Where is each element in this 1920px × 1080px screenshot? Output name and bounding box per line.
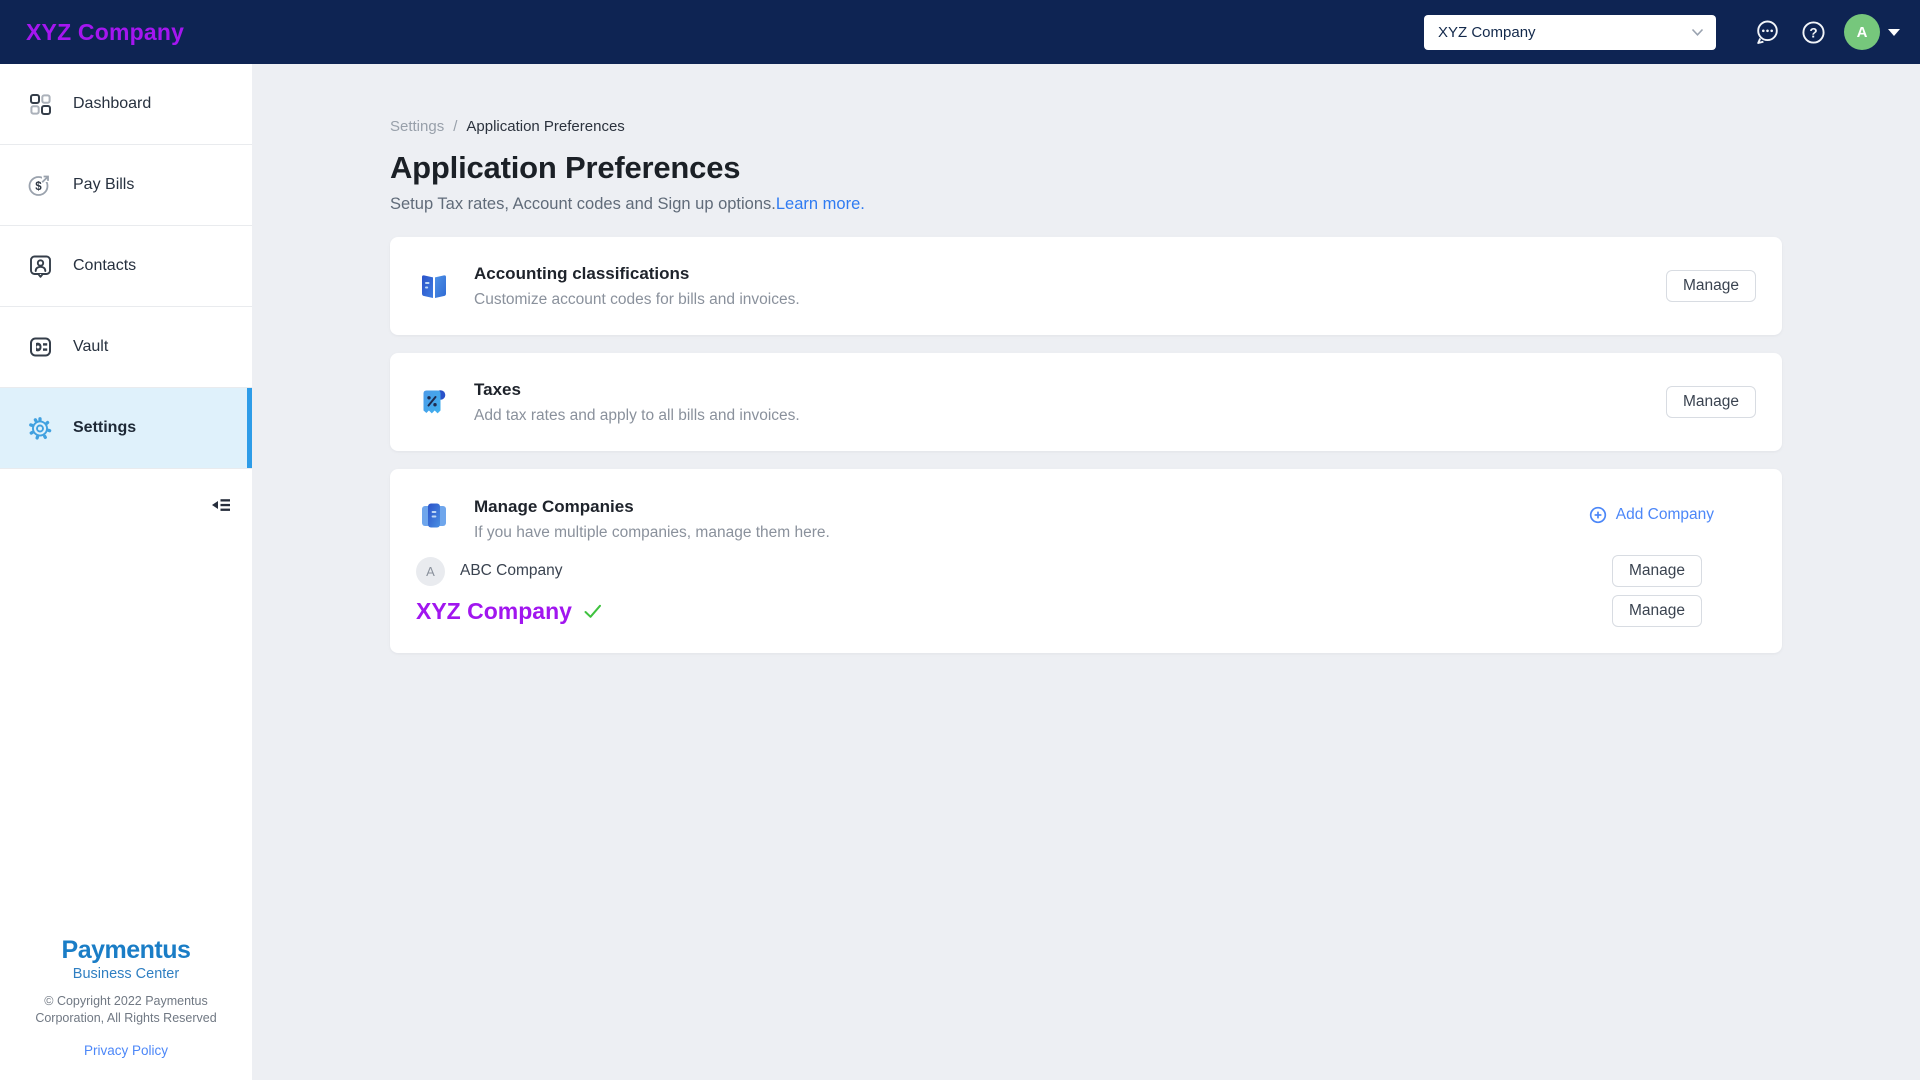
card-title: Taxes — [474, 379, 521, 399]
chat-bubble-icon — [1757, 20, 1778, 44]
card-taxes: Taxes Add tax rates and apply to all bil… — [390, 353, 1782, 451]
vault-icon — [27, 335, 53, 359]
card-title: Accounting classifications — [474, 263, 690, 283]
card-accounting-classifications: Accounting classifications Customize acc… — [390, 237, 1782, 335]
card-manage-companies: Manage Companies If you have multiple co… — [390, 469, 1782, 653]
sidebar-item-label: Contacts — [73, 257, 137, 274]
copyright-line-2: Corporation, All Rights Reserved — [35, 1011, 217, 1025]
sidebar-item-pay-bills[interactable]: $ Pay Bills — [0, 145, 252, 226]
collapse-sidebar-button[interactable] — [209, 494, 232, 516]
breadcrumb: Settings / Application Preferences — [390, 118, 1920, 135]
sidebar-item-label: Vault — [73, 338, 109, 355]
card-description: Add tax rates and apply to all bills and… — [474, 406, 800, 424]
manage-accounting-button[interactable]: Manage — [1665, 270, 1756, 302]
breadcrumb-current: Application Preferences — [466, 118, 625, 135]
manage-abc-company-button[interactable]: Manage — [1611, 555, 1702, 587]
help-icon: ? — [1801, 20, 1825, 44]
user-menu[interactable]: A — [1844, 14, 1900, 50]
svg-text:$: $ — [35, 181, 42, 193]
company-name: ABC Company — [460, 562, 563, 579]
breadcrumb-settings-link[interactable]: Settings — [390, 118, 444, 135]
company-selector-value: XYZ Company — [1438, 23, 1536, 41]
company-selector-dropdown[interactable]: XYZ Company — [1424, 14, 1716, 50]
companies-buildings-icon — [416, 497, 452, 533]
company-avatar: A — [416, 556, 445, 586]
chat-button[interactable] — [1752, 17, 1782, 47]
manage-taxes-button[interactable]: Manage — [1665, 386, 1756, 418]
add-circle-icon — [1589, 506, 1606, 524]
pay-bills-icon: $ — [27, 172, 53, 198]
taxes-receipt-icon — [416, 384, 452, 420]
card-description: If you have multiple companies, manage t… — [474, 524, 830, 541]
selected-company-name: XYZ Company — [416, 597, 572, 624]
sidebar-collapse-row — [0, 469, 252, 541]
settings-gear-icon — [27, 415, 53, 442]
learn-more-link[interactable]: Learn more. — [776, 195, 865, 213]
svg-text:?: ? — [1809, 25, 1817, 40]
check-icon — [584, 604, 601, 618]
company-row-xyz: XYZ Company Manage — [416, 595, 1756, 627]
collapse-sidebar-icon — [212, 499, 230, 511]
manage-companies-header: Manage Companies If you have multiple co… — [416, 497, 1756, 542]
sidebar-item-contacts[interactable]: Contacts — [0, 226, 252, 307]
sidebar-item-label: Settings — [73, 419, 137, 436]
page-subtitle: Setup Tax rates, Account codes and Sign … — [390, 195, 1920, 214]
topbar: XYZ Company XYZ Company ? A — [0, 0, 1920, 64]
main-content: Settings / Application Preferences Appli… — [252, 64, 1920, 1080]
copyright-line-1: © Copyright 2022 Paymentus — [44, 994, 208, 1008]
add-company-label: Add Company — [1615, 506, 1714, 523]
sidebar-item-dashboard[interactable]: Dashboard — [0, 64, 252, 145]
accounting-book-icon — [416, 268, 452, 304]
add-company-link[interactable]: Add Company — [1589, 506, 1756, 524]
dashboard-grid-icon — [27, 93, 53, 116]
chevron-down-icon — [1691, 28, 1704, 36]
sidebar: Dashboard $ Pay Bills Contacts Vault Set… — [0, 64, 252, 1080]
card-description: Customize account codes for bills and in… — [474, 290, 800, 308]
sidebar-item-label: Pay Bills — [73, 176, 135, 193]
breadcrumb-separator: / — [453, 118, 458, 135]
paymentus-logo-subtitle: Business Center — [72, 966, 180, 982]
page-title: Application Preferences — [390, 150, 741, 185]
caret-down-icon — [1888, 28, 1900, 36]
subtitle-text: Setup Tax rates, Account codes and Sign … — [390, 195, 776, 213]
help-button[interactable]: ? — [1798, 17, 1828, 47]
paymentus-logo: Paymentus — [61, 936, 191, 964]
avatar: A — [1844, 14, 1880, 50]
card-title: Manage Companies — [474, 497, 634, 516]
contacts-icon — [27, 253, 53, 279]
privacy-policy-link[interactable]: Privacy Policy — [84, 1043, 168, 1058]
company-row-abc: A ABC Company Manage — [416, 555, 1756, 587]
sidebar-item-settings[interactable]: Settings — [0, 388, 252, 469]
sidebar-item-label: Dashboard — [73, 95, 152, 112]
sidebar-item-vault[interactable]: Vault — [0, 307, 252, 388]
sidebar-footer: Paymentus Business Center © Copyright 20… — [0, 936, 252, 1060]
app-logo[interactable]: XYZ Company — [26, 19, 184, 46]
manage-xyz-company-button[interactable]: Manage — [1611, 595, 1702, 627]
